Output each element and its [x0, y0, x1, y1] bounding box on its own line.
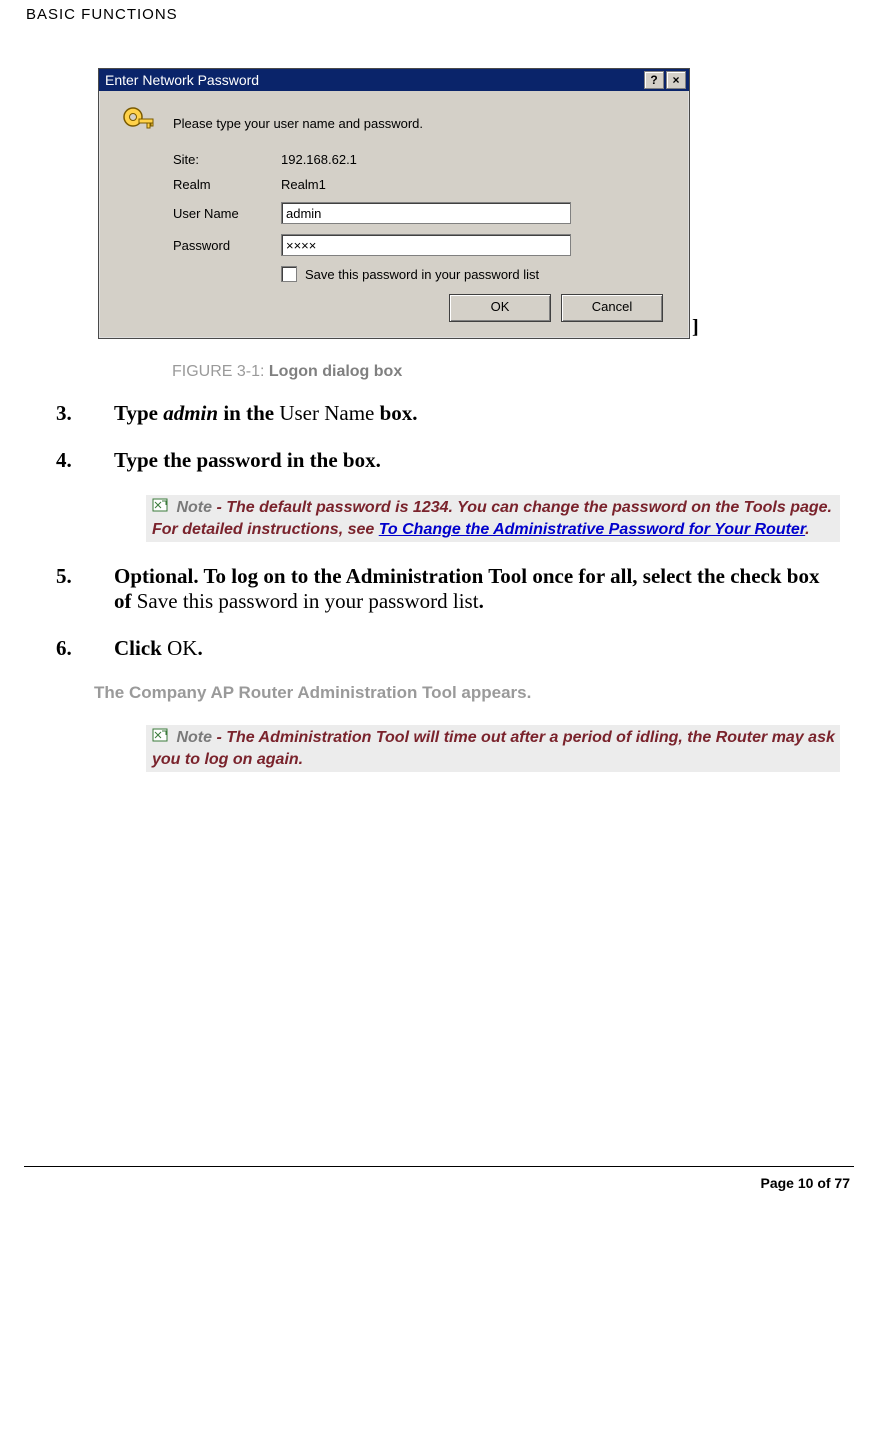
note-timeout: Note - The Administration Tool will time… — [146, 725, 840, 772]
username-input[interactable] — [281, 202, 571, 224]
instruction-list: 3. Type admin in the User Name box. 4. T… — [56, 401, 854, 772]
key-icon — [121, 105, 155, 139]
dialog-prompt: Please type your user name and password. — [173, 116, 423, 131]
step-3: 3. Type admin in the User Name box. — [56, 401, 854, 426]
help-button[interactable]: ? — [644, 71, 664, 89]
note-icon — [152, 727, 168, 749]
step-4: 4. Type the password in the box. — [56, 448, 854, 473]
close-button[interactable]: × — [666, 71, 686, 89]
step-5: 5. Optional. To log on to the Administra… — [56, 564, 854, 614]
password-label: Password — [173, 238, 281, 253]
site-label: Site: — [173, 152, 281, 167]
figure: Enter Network Password ? × — [98, 68, 854, 381]
figure-caption: FIGURE 3-1: Logon dialog box — [172, 363, 854, 381]
result-text: The Company AP Router Administration Too… — [94, 683, 854, 703]
site-value: 192.168.62.1 — [281, 152, 667, 167]
save-password-checkbox[interactable] — [281, 266, 297, 282]
password-input[interactable] — [281, 234, 571, 256]
page-number: Page 10 of 77 — [0, 1167, 878, 1203]
change-password-link[interactable]: To Change the Administrative Password fo… — [379, 521, 805, 538]
username-label: User Name — [173, 206, 281, 221]
realm-value: Realm1 — [281, 177, 667, 192]
note-default-password: Note - The default password is 1234. You… — [146, 495, 840, 542]
dialog-titlebar: Enter Network Password ? × — [99, 69, 689, 91]
login-dialog: Enter Network Password ? × — [98, 68, 690, 339]
stray-bracket: ] — [692, 316, 699, 339]
footer: Page 10 of 77 — [0, 1166, 878, 1203]
ok-button[interactable]: OK — [449, 294, 551, 322]
dialog-body: Please type your user name and password.… — [99, 91, 689, 338]
realm-label: Realm — [173, 177, 281, 192]
note-icon — [152, 497, 168, 519]
save-password-label: Save this password in your password list — [305, 267, 539, 282]
running-header: BASIC FUNCTIONS — [24, 0, 854, 23]
dialog-title: Enter Network Password — [102, 72, 259, 88]
document-page: BASIC FUNCTIONS Enter Network Password ?… — [0, 0, 878, 806]
cancel-button[interactable]: Cancel — [561, 294, 663, 322]
step-6: 6. Click OK. — [56, 636, 854, 661]
